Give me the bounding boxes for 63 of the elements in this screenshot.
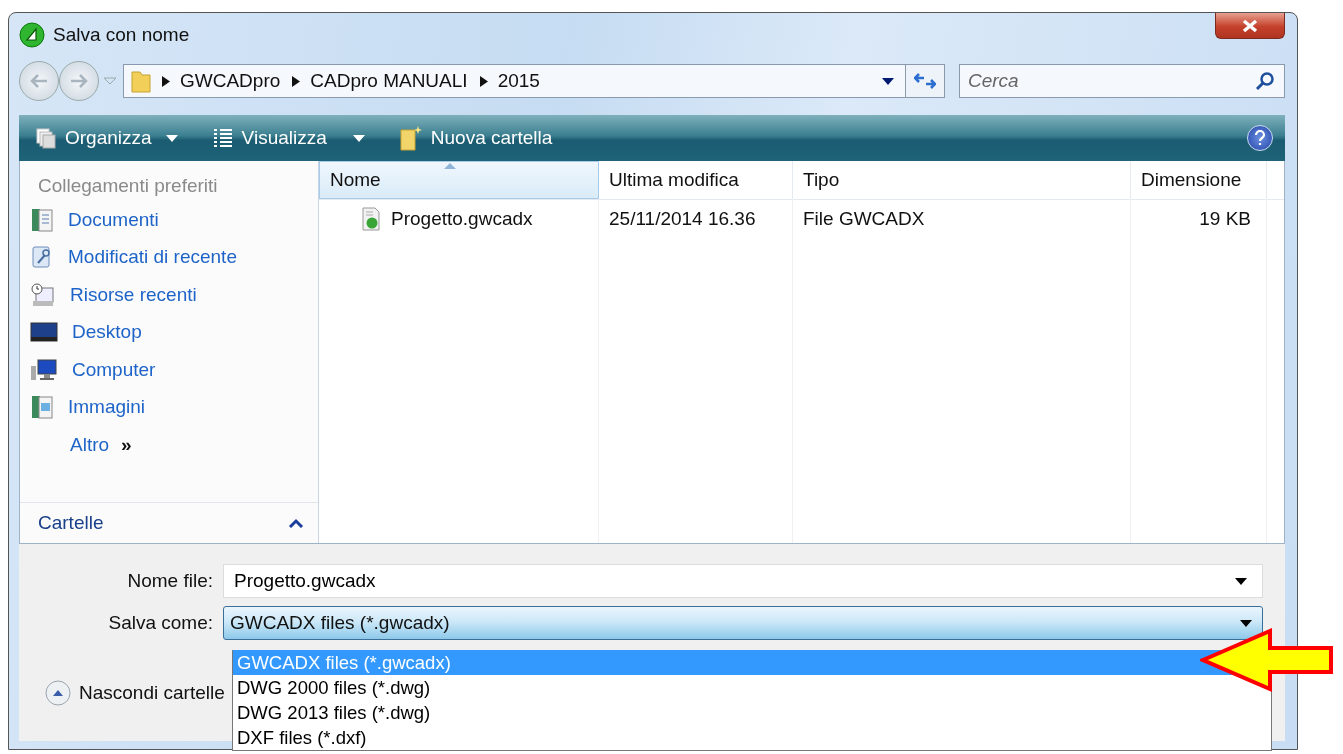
refresh-arrows-icon [914,71,936,91]
breadcrumb-item[interactable]: CADpro MANUALI [310,70,468,92]
more-chevron[interactable]: » [121,433,132,456]
documents-icon [30,206,54,233]
sidebar-link[interactable]: Altro [70,433,110,456]
sidebar-heading: Collegamenti preferiti [38,175,218,196]
file-icon [361,207,381,231]
table-cell: 25/11/2014 16.36 [609,208,756,230]
toolbar-button[interactable]: Nuova cartella [394,121,557,155]
recent-items-icon [30,281,56,308]
chevron-up-icon [288,518,304,528]
sidebar-link[interactable]: Computer [72,358,156,381]
toolbar-button[interactable]: Organizza [31,123,182,153]
file-name-field[interactable]: Progetto.gwcadx [223,564,1263,598]
new-folder-icon [398,125,423,151]
window-title: Salva con nome [53,24,190,46]
address-bar[interactable]: GWCADpro CADpro MANUALI 2015 [123,64,906,98]
caret-icon [352,134,365,142]
column-header[interactable]: Dimensione [1131,161,1267,199]
chevron-icon [162,75,170,87]
save-as-label: Salva come: [107,612,214,634]
breadcrumb-item[interactable]: GWCADpro [180,70,281,92]
sidebar-link[interactable]: Risorse recenti [70,283,197,306]
pages-icon [35,127,57,149]
folders-section-label[interactable]: Cartelle [38,512,104,534]
table-cell: File GWCADX [803,208,925,230]
close-icon [1241,18,1259,33]
collapse-button[interactable] [288,518,304,528]
hide-folders-button[interactable]: Nascondi cartelle [45,680,225,706]
search-field[interactable]: Cerca [959,64,1285,98]
dropdown-option[interactable]: DXF files (*.dxf) [233,725,1271,750]
chevron-up-circle-icon [45,680,71,706]
dropdown-option[interactable]: DWG 2013 files (*.dwg) [233,700,1271,725]
computer-icon [30,357,58,382]
list-view-icon [211,127,234,149]
sidebar-link[interactable]: Immagini [68,396,146,419]
pictures-icon [30,394,54,421]
folder-icon [130,68,152,94]
breadcrumb-item[interactable]: 2015 [497,70,540,92]
desktop-icon [30,321,58,344]
column-header[interactable]: Ultima modifica [599,161,793,199]
sort-arrow-icon [444,163,456,169]
chevron-icon [292,75,301,87]
caret-icon [882,77,894,85]
file-type-dropdown[interactable]: GWCADX files (*.gwcadx) [223,606,1263,640]
help-button[interactable] [1247,125,1273,151]
question-mark-icon [1254,130,1266,146]
chevron-icon [479,75,488,87]
app-logo-icon [19,22,45,48]
column-header[interactable]: Nome [319,161,599,199]
sidebar-link[interactable]: Documenti [68,208,159,231]
refresh-button[interactable] [905,64,945,98]
toolbar-button[interactable]: Visualizza [207,123,369,153]
back-arrow-icon [30,74,48,88]
close-button[interactable] [1215,13,1285,39]
caret-icon [165,134,178,142]
sidebar-link[interactable]: Modificati di recente [68,246,237,269]
sidebar-link[interactable]: Desktop [72,321,142,344]
file-name[interactable]: Progetto.gwcadx [391,208,533,230]
column-header[interactable]: Tipo [793,161,1131,199]
table-cell: 19 KB [1199,208,1251,230]
forward-arrow-icon [70,74,88,88]
file-name-label: Nome file: [126,570,214,592]
